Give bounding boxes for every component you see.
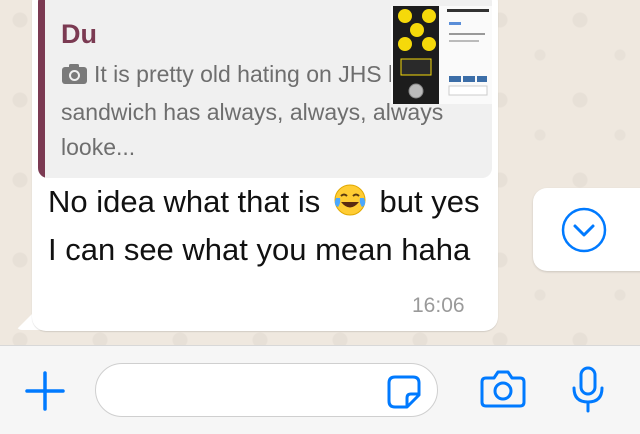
chevron-down-circle-icon (561, 207, 607, 252)
plus-icon[interactable] (24, 370, 66, 417)
quoted-reply[interactable]: Du It is pretty old hating on JHS but th… (38, 0, 492, 178)
camera-icon[interactable] (480, 368, 526, 415)
message-bubble[interactable]: Du It is pretty old hating on JHS but th… (32, 0, 498, 331)
sticker-icon[interactable] (387, 375, 421, 414)
message-text-part-1: No idea what that is (48, 184, 321, 219)
quote-author: Du (61, 19, 97, 49)
microphone-icon[interactable] (570, 366, 606, 419)
message-input-bar (0, 345, 640, 434)
message-timestamp: 16:06 (412, 294, 465, 317)
message-input-field[interactable] (95, 363, 438, 417)
face-with-tears-of-joy-icon (333, 183, 367, 228)
quote-accent-bar (38, 0, 45, 178)
message-text: No idea what that is but yes I can see w… (48, 180, 488, 271)
camera-icon (61, 60, 88, 95)
scroll-to-bottom-button[interactable] (533, 188, 640, 271)
quote-thumbnail[interactable] (391, 6, 492, 104)
